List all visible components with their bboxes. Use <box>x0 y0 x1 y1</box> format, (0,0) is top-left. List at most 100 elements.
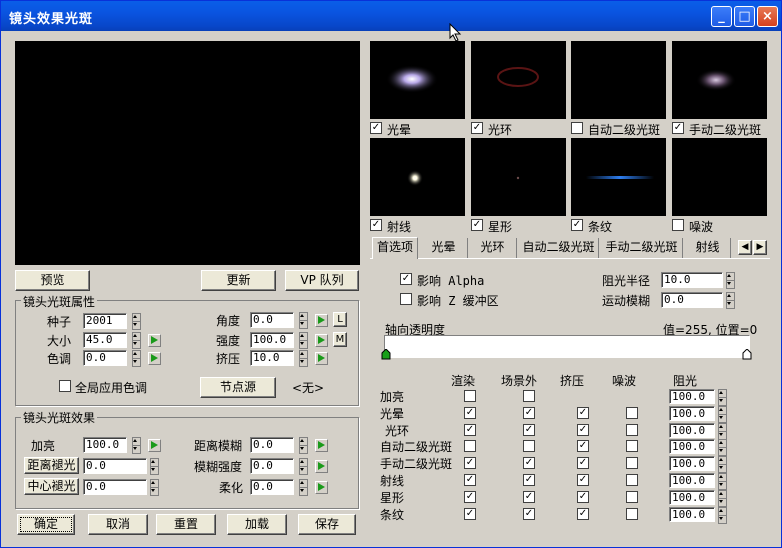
offscene-checkbox[interactable]: ✓ <box>523 424 535 436</box>
angle-map-icon[interactable] <box>315 314 328 327</box>
render-checkbox[interactable] <box>464 390 476 402</box>
soften-map-icon[interactable] <box>315 481 328 494</box>
tab-3[interactable]: 自动二级光斑 <box>519 238 599 258</box>
occlusion-spinner[interactable] <box>717 456 727 473</box>
offscene-checkbox[interactable] <box>523 390 535 402</box>
intensity-map-icon[interactable] <box>315 334 328 347</box>
lock-button[interactable]: L <box>333 312 347 327</box>
gradient-end-marker-icon[interactable] <box>742 349 752 360</box>
thumb-checkbox[interactable] <box>672 219 684 231</box>
size-spinner[interactable] <box>131 332 141 349</box>
offscene-checkbox[interactable]: ✓ <box>523 491 535 503</box>
offscene-checkbox[interactable]: ✓ <box>523 407 535 419</box>
noise-checkbox[interactable] <box>626 457 638 469</box>
noise-checkbox[interactable] <box>626 474 638 486</box>
glow-thumbnail[interactable] <box>370 41 465 119</box>
tab-5[interactable]: 射线 <box>685 238 731 258</box>
hue-map-icon[interactable] <box>148 352 161 365</box>
occlusion-spinner[interactable] <box>717 439 727 456</box>
manual-secondary-thumbnail[interactable] <box>672 41 767 119</box>
noise-thumbnail[interactable] <box>672 138 767 216</box>
distance-fade-button[interactable]: 距离褪光 <box>24 457 79 474</box>
occlusion-spinner[interactable] <box>717 473 727 490</box>
thumb-checkbox[interactable]: ✓ <box>571 219 583 231</box>
m-button[interactable]: M <box>333 332 347 347</box>
occlusion-field[interactable]: 100.0 <box>669 473 715 488</box>
thumb-checkbox[interactable]: ✓ <box>471 122 483 134</box>
angle-field[interactable]: 0.0 <box>250 312 294 328</box>
brighten-map-icon[interactable] <box>148 439 161 452</box>
occlusion-spinner[interactable] <box>717 389 727 406</box>
soften-field[interactable]: 0.0 <box>250 479 294 495</box>
tab-2[interactable]: 光环 <box>469 238 517 258</box>
maximize-icon[interactable]: □ <box>734 6 755 27</box>
save-button[interactable]: 保存 <box>298 514 356 535</box>
squeeze-map-icon[interactable] <box>315 352 328 365</box>
render-checkbox[interactable]: ✓ <box>464 457 476 469</box>
squeeze-checkbox[interactable]: ✓ <box>577 491 589 503</box>
occlusion-field[interactable]: 100.0 <box>669 456 715 471</box>
intensity-field[interactable]: 100.0 <box>250 332 294 348</box>
thumb-checkbox[interactable]: ✓ <box>370 219 382 231</box>
seed-spinner[interactable] <box>131 313 141 330</box>
rays-thumbnail[interactable] <box>370 138 465 216</box>
distance-blur-spinner[interactable] <box>298 437 308 454</box>
load-button[interactable]: 加载 <box>227 514 287 535</box>
offscene-checkbox[interactable]: ✓ <box>523 457 535 469</box>
offscene-checkbox[interactable]: ✓ <box>523 474 535 486</box>
distance-fade-field[interactable]: 0.0 <box>83 458 147 474</box>
center-fade-field[interactable]: 0.0 <box>83 479 147 495</box>
render-checkbox[interactable]: ✓ <box>464 424 476 436</box>
hue-field[interactable]: 0.0 <box>83 350 127 366</box>
occlusion-field[interactable]: 100.0 <box>669 490 715 505</box>
size-field[interactable]: 45.0 <box>83 332 127 348</box>
render-checkbox[interactable]: ✓ <box>464 407 476 419</box>
update-button[interactable]: 更新 <box>201 270 276 291</box>
occlusion-spinner[interactable] <box>717 490 727 507</box>
occlusion-field[interactable]: 100.0 <box>669 389 715 404</box>
distance-fade-spinner[interactable] <box>149 458 159 475</box>
thumb-checkbox[interactable]: ✓ <box>471 219 483 231</box>
node-source-button[interactable]: 节点源 <box>200 377 276 398</box>
tab-scroll-left-icon[interactable]: ◀ <box>738 240 752 255</box>
occlusion-spinner[interactable] <box>717 507 727 524</box>
global-hue-checkbox[interactable] <box>59 380 71 392</box>
blur-intensity-map-icon[interactable] <box>315 460 328 473</box>
occlusion-field[interactable]: 100.0 <box>669 406 715 421</box>
close-icon[interactable]: × <box>757 6 778 27</box>
motion-blur-field[interactable]: 0.0 <box>661 292 723 308</box>
auto-secondary-thumbnail[interactable] <box>571 41 666 119</box>
render-checkbox[interactable]: ✓ <box>464 508 476 520</box>
tab-scroll-right-icon[interactable]: ▶ <box>753 240 767 255</box>
squeeze-checkbox[interactable]: ✓ <box>577 440 589 452</box>
noise-checkbox[interactable] <box>626 508 638 520</box>
noise-checkbox[interactable] <box>626 407 638 419</box>
noise-checkbox[interactable] <box>626 440 638 452</box>
center-fade-button[interactable]: 中心褪光 <box>24 478 79 495</box>
cancel-button[interactable]: 取消 <box>88 514 148 535</box>
streak-thumbnail[interactable] <box>571 138 666 216</box>
soften-spinner[interactable] <box>298 479 308 496</box>
preview-window[interactable] <box>15 41 360 265</box>
squeeze-checkbox[interactable]: ✓ <box>577 457 589 469</box>
preview-button[interactable]: 预览 <box>15 270 90 291</box>
squeeze-checkbox[interactable]: ✓ <box>577 407 589 419</box>
noise-checkbox[interactable] <box>626 424 638 436</box>
thumb-checkbox[interactable]: ✓ <box>672 122 684 134</box>
occlusion-field[interactable]: 100.0 <box>669 439 715 454</box>
thumb-checkbox[interactable]: ✓ <box>370 122 382 134</box>
thumb-checkbox[interactable] <box>571 122 583 134</box>
occlusion-radius-spinner[interactable] <box>725 272 735 289</box>
offscene-checkbox[interactable] <box>523 440 535 452</box>
render-checkbox[interactable]: ✓ <box>464 474 476 486</box>
blur-intensity-field[interactable]: 0.0 <box>250 458 294 474</box>
angle-spinner[interactable] <box>298 312 308 329</box>
affect-z-checkbox[interactable] <box>400 293 412 305</box>
occlusion-field[interactable]: 100.0 <box>669 507 715 522</box>
ok-button[interactable]: 确定 <box>17 514 75 535</box>
render-checkbox[interactable]: ✓ <box>464 491 476 503</box>
ring-thumbnail[interactable] <box>471 41 566 119</box>
tab-0[interactable]: 首选项 <box>372 237 418 259</box>
squeeze-checkbox[interactable]: ✓ <box>577 424 589 436</box>
offscene-checkbox[interactable]: ✓ <box>523 508 535 520</box>
